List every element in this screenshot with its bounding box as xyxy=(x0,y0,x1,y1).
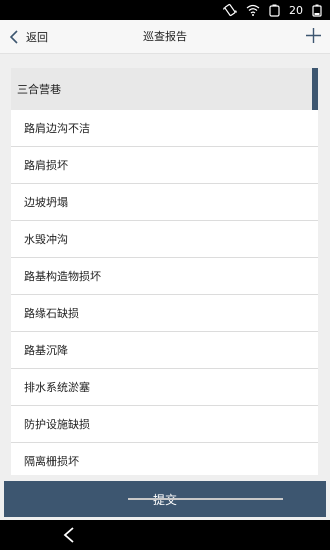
list-item[interactable]: 防护设施缺损 xyxy=(11,406,318,443)
vibrate-icon xyxy=(223,3,237,17)
system-back-icon[interactable] xyxy=(62,526,76,544)
system-nav-bar xyxy=(0,520,330,550)
battery-icon xyxy=(269,4,280,17)
page-title: 巡查报告 xyxy=(143,30,187,43)
inspection-list: 三合营巷 路肩边沟不洁 路肩损坏 边坡坍塌 水毁冲沟 路基构造物损坏 路缘石缺损… xyxy=(11,68,318,475)
list-item[interactable]: 排水系统淤塞 xyxy=(11,369,318,406)
list-item[interactable]: 隔离栅损坏 xyxy=(11,443,318,475)
list-scrollbar[interactable] xyxy=(312,68,318,110)
list-item[interactable]: 水毁冲沟 xyxy=(11,221,318,258)
group-header[interactable]: 三合营巷 xyxy=(11,68,318,110)
list-item[interactable]: 路基构造物损坏 xyxy=(11,258,318,295)
battery-level: 20 xyxy=(289,3,303,17)
navigation-bar: 返回 巡查报告 xyxy=(0,20,330,54)
app-screen: 返回 巡查报告 三合营巷 路肩边沟不洁 路肩损坏 边坡坍塌 水毁冲沟 路基构造物… xyxy=(0,20,330,520)
add-button[interactable] xyxy=(305,27,322,44)
list-item[interactable]: 路缘石缺损 xyxy=(11,295,318,332)
list-item[interactable]: 路基沉降 xyxy=(11,332,318,369)
list-item[interactable]: 边坡坍塌 xyxy=(11,184,318,221)
scroll-indicator xyxy=(128,498,283,500)
battery-shape-icon xyxy=(312,4,322,17)
list-item[interactable]: 路肩边沟不洁 xyxy=(11,110,318,147)
list-item[interactable]: 路肩损坏 xyxy=(11,147,318,184)
status-bar: 20 xyxy=(0,0,330,20)
status-icons: 20 xyxy=(223,2,322,18)
wifi-icon xyxy=(246,4,260,16)
